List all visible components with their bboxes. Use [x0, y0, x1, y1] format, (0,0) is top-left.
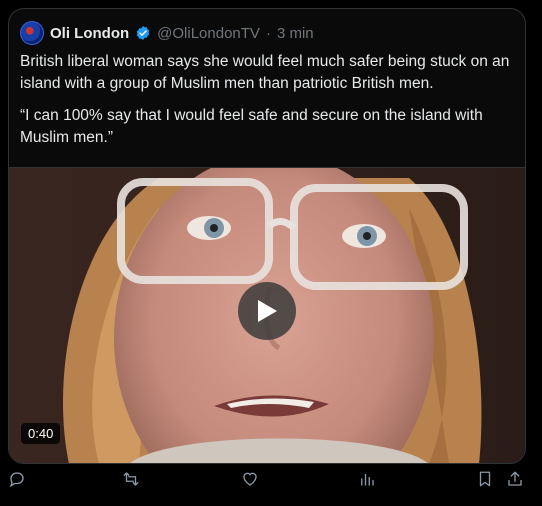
- tweet-text-paragraph: “I can 100% say that I would feel safe a…: [20, 107, 483, 146]
- avatar[interactable]: [20, 21, 44, 45]
- share-button[interactable]: [504, 468, 526, 490]
- views-button[interactable]: [356, 468, 378, 490]
- like-icon: [243, 472, 257, 486]
- separator-dot: ·: [265, 24, 271, 42]
- reply-icon: [9, 472, 24, 488]
- tweet-card[interactable]: Oli London @OliLondonTV · 3 min British …: [8, 8, 526, 464]
- like-button[interactable]: [239, 468, 261, 490]
- tweet-text-paragraph: British liberal woman says she would fee…: [20, 53, 510, 92]
- retweet-icon: [123, 472, 139, 486]
- video-player[interactable]: 0:40: [9, 167, 525, 463]
- reply-button[interactable]: [6, 468, 28, 490]
- retweet-button[interactable]: [120, 468, 142, 490]
- play-icon: [258, 300, 277, 322]
- timestamp[interactable]: 3 min: [277, 25, 314, 42]
- bookmark-button[interactable]: [474, 468, 496, 490]
- share-icon: [508, 471, 522, 486]
- author-handle[interactable]: @OliLondonTV: [157, 25, 260, 42]
- play-button[interactable]: [238, 282, 296, 340]
- author-name[interactable]: Oli London: [50, 25, 129, 42]
- bookmark-icon: [479, 471, 491, 487]
- tweet-text: British liberal woman says she would fee…: [20, 51, 520, 149]
- tweet-header: Oli London @OliLondonTV · 3 min: [20, 21, 314, 45]
- video-duration: 0:40: [21, 423, 61, 444]
- action-bar: [0, 468, 542, 494]
- views-icon: [361, 473, 374, 486]
- verified-badge-icon[interactable]: [135, 25, 151, 41]
